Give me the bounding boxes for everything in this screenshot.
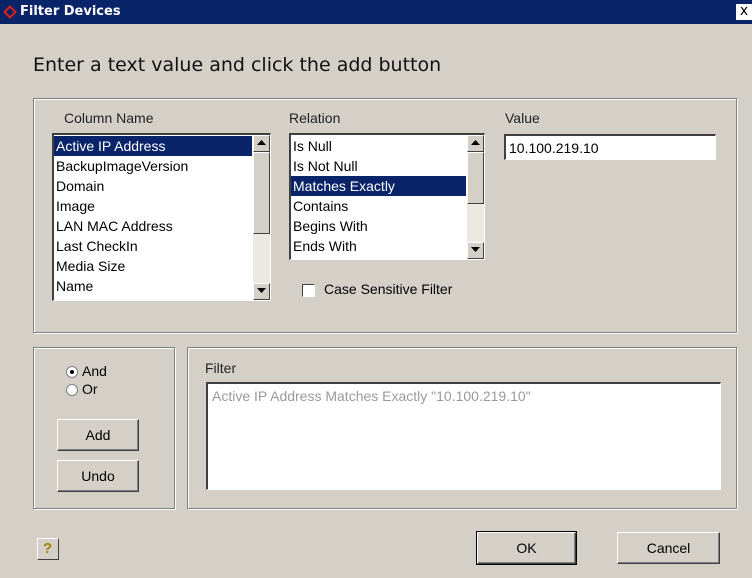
cancel-button[interactable]: Cancel <box>617 532 720 564</box>
or-label: Or <box>82 381 98 397</box>
undo-button[interactable]: Undo <box>57 460 139 492</box>
list-item[interactable]: Is Not Null <box>291 156 466 176</box>
arrow-up-icon <box>471 140 480 145</box>
case-sensitive-label: Case Sensitive Filter <box>324 281 453 297</box>
help-icon: ? <box>43 540 53 557</box>
title-bar: Filter Devices x <box>0 0 752 24</box>
scroll-thumb[interactable] <box>467 152 484 204</box>
app-logo-icon <box>3 5 17 19</box>
list-item[interactable]: LAN MAC Address <box>54 216 252 236</box>
ok-button[interactable]: OK <box>476 531 577 565</box>
scroll-down-button[interactable] <box>253 283 270 300</box>
list-item[interactable]: Is Null <box>291 136 466 156</box>
relation-items: Is Null Is Not Null Matches Exactly Contain… <box>291 135 466 259</box>
arrow-up-icon <box>257 140 266 145</box>
scroll-up-button[interactable] <box>253 135 270 152</box>
filter-label: Filter <box>205 360 237 376</box>
list-item[interactable]: Image <box>54 196 252 216</box>
instruction-text: Enter a text value and click the add but… <box>33 54 442 76</box>
list-item[interactable]: Ends With <box>291 236 466 256</box>
value-input[interactable] <box>504 134 716 160</box>
add-button[interactable]: Add <box>57 419 139 451</box>
close-button[interactable]: x <box>736 4 752 20</box>
arrow-down-icon <box>257 288 266 293</box>
filter-display: Active IP Address Matches Exactly "10.10… <box>206 382 721 490</box>
list-item[interactable]: Contains <box>291 196 466 216</box>
scroll-down-button[interactable] <box>467 242 484 259</box>
list-item[interactable]: BackupImageVersion <box>54 156 252 176</box>
and-label: And <box>82 363 107 379</box>
window-title: Filter Devices <box>20 4 121 19</box>
column-name-label: Column Name <box>64 110 154 126</box>
arrow-down-icon <box>471 247 480 252</box>
list-item[interactable]: Domain <box>54 176 252 196</box>
help-button[interactable]: ? <box>37 538 59 560</box>
value-label: Value <box>505 110 540 126</box>
list-item[interactable]: Media Size <box>54 256 252 276</box>
column-list-scrollbar[interactable] <box>253 135 270 300</box>
list-item[interactable]: Begins With <box>291 216 466 236</box>
case-sensitive-checkbox[interactable] <box>302 284 315 297</box>
relation-list[interactable]: Is Null Is Not Null Matches Exactly Contain… <box>289 133 485 260</box>
relation-list-scrollbar[interactable] <box>467 135 484 259</box>
scroll-thumb[interactable] <box>253 152 270 234</box>
and-radio[interactable] <box>66 366 78 378</box>
list-item[interactable]: Last CheckIn <box>54 236 252 256</box>
list-item[interactable]: Matches Exactly <box>291 176 466 196</box>
or-radio[interactable] <box>66 384 78 396</box>
relation-label: Relation <box>289 110 341 126</box>
scroll-up-button[interactable] <box>467 135 484 152</box>
list-item[interactable]: Active IP Address <box>54 136 252 156</box>
column-name-list[interactable]: Active IP Address BackupImageVersion Domai… <box>52 133 271 301</box>
list-item[interactable]: Name <box>54 276 252 296</box>
column-name-items: Active IP Address BackupImageVersion Domai… <box>54 135 252 300</box>
